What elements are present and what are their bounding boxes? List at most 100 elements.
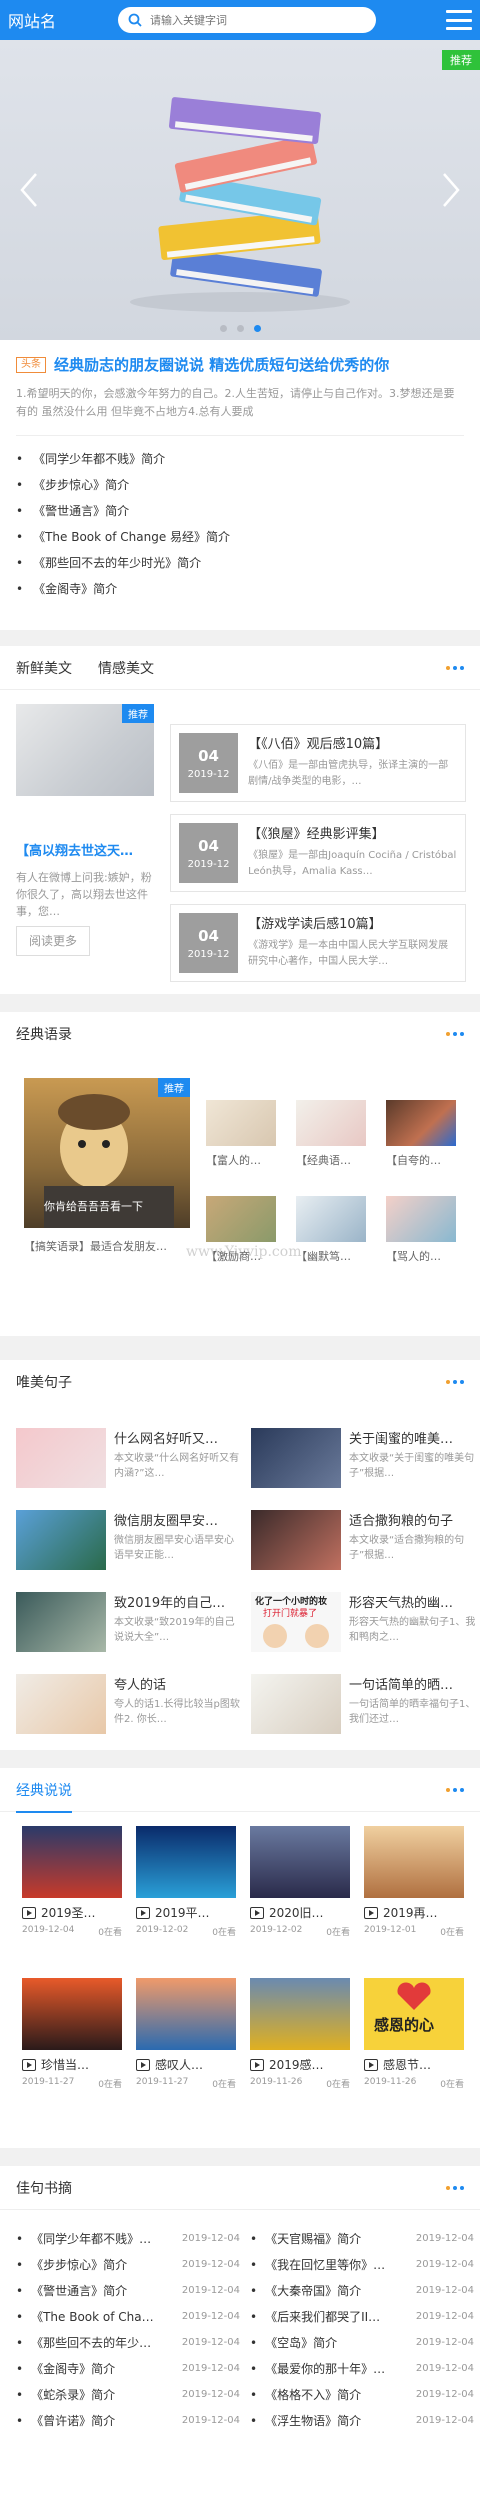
saying-title[interactable]: 2019圣… xyxy=(41,1904,119,1921)
list-item[interactable]: 《步步惊心》简介 xyxy=(16,472,464,498)
menu-icon[interactable] xyxy=(446,10,472,30)
sentence-title[interactable]: 适合撒狗粮的句子 xyxy=(349,1510,476,1529)
list-item[interactable]: 《警世通言》简介 xyxy=(16,498,464,524)
book-name[interactable]: 《天官赐福》简介 xyxy=(250,2226,400,2252)
saying-item[interactable]: 2019平… 2019-12-02 0在看 xyxy=(136,1826,236,1938)
saying-title[interactable]: 2019平… xyxy=(155,1904,233,1921)
sentence-item[interactable]: 夸人的话 夸人的话1.长得比较当p图软件2. 你长… xyxy=(16,1674,241,1734)
book-name[interactable]: 《空岛》简介 xyxy=(250,2330,400,2356)
quote-title[interactable]: 【富人的… xyxy=(206,1152,276,1168)
book-item[interactable]: 《警世通言》简介 2019-12-04 xyxy=(16,2278,240,2304)
next-arrow-icon[interactable] xyxy=(436,170,464,210)
quote-item[interactable]: 【经典语… xyxy=(296,1100,366,1168)
sentence-item[interactable]: 适合撒狗粮的句子 本文收录“适合撒狗粮的句子”根据… xyxy=(251,1510,476,1570)
more-icon[interactable] xyxy=(446,1787,464,1792)
list-item[interactable]: 《那些回不去的年少时光》简介 xyxy=(16,550,464,576)
book-name[interactable]: 《警世通言》简介 xyxy=(16,2278,166,2304)
book-item[interactable]: 《浮生物语》简介 2019-12-04 xyxy=(250,2408,474,2434)
book-name[interactable]: 《那些回不去的年少… xyxy=(16,2330,166,2356)
search-input[interactable] xyxy=(150,13,350,27)
sentence-title[interactable]: 微信朋友圈早安… xyxy=(114,1510,241,1529)
saying-item[interactable]: 珍惜当… 2019-11-27 0在看 xyxy=(22,1978,122,2090)
sentence-title[interactable]: 形容天气热的幽… xyxy=(349,1592,476,1611)
sentence-item[interactable]: 致2019年的自己… 本文收录“致2019年的自己说说大全”… xyxy=(16,1592,241,1652)
more-icon[interactable] xyxy=(446,2185,464,2190)
carousel-dot[interactable] xyxy=(236,325,244,332)
article-title[interactable]: 【《八佰》观后感10篇】 xyxy=(248,733,457,752)
quote-item[interactable]: 【幽默笃… xyxy=(296,1196,366,1264)
quote-item[interactable]: 【自夸的… xyxy=(386,1100,456,1168)
book-item[interactable]: 《天官赐福》简介 2019-12-04 xyxy=(250,2226,474,2252)
article-item[interactable]: 04 2019-12 【《狼屋》经典影评集】 《狼屋》是一部由Joaquín Coc… xyxy=(170,814,466,892)
quote-title[interactable]: 【骂人的… xyxy=(386,1248,456,1264)
book-name[interactable]: 《同学少年都不贱》… xyxy=(16,2226,166,2252)
banner-carousel[interactable]: 推荐 xyxy=(0,40,480,340)
list-item[interactable]: 《金阁寺》简介 xyxy=(16,576,464,602)
saying-item[interactable]: 2020旧… 2019-12-02 0在看 xyxy=(250,1826,350,1938)
book-item[interactable]: 《空岛》简介 2019-12-04 xyxy=(250,2330,474,2356)
saying-title[interactable]: 感恩节… xyxy=(383,2056,461,2073)
list-item[interactable]: 《The Book of Change 易经》简介 xyxy=(16,524,464,550)
saying-item[interactable]: 2019感… 2019-11-26 0在看 xyxy=(250,1978,350,2090)
saying-item[interactable]: 感恩的心 感恩节… 2019-11-26 0在看 xyxy=(364,1978,464,2090)
article-item[interactable]: 04 2019-12 【游戏学读后感10篇】 《游戏学》是一本由中国人民大学互联网发… xyxy=(170,904,466,982)
carousel-dot-active[interactable] xyxy=(253,325,261,332)
article-title[interactable]: 【游戏学读后感10篇】 xyxy=(248,913,457,932)
book-item[interactable]: 《大秦帝国》简介 2019-12-04 xyxy=(250,2278,474,2304)
saying-item[interactable]: 2019再… 2019-12-01 0在看 xyxy=(364,1826,464,1938)
quote-item[interactable]: 【骂人的… xyxy=(386,1196,456,1264)
headline-title[interactable]: 经典励志的朋友圈说说 精选优质短句送给优秀的你 xyxy=(54,354,389,375)
search-box[interactable] xyxy=(118,7,376,33)
book-name[interactable]: 《我在回忆里等你》… xyxy=(250,2252,400,2278)
book-name[interactable]: 《浮生物语》简介 xyxy=(250,2408,400,2434)
sentence-title[interactable]: 致2019年的自己… xyxy=(114,1592,241,1611)
quote-title[interactable]: 【幽默笃… xyxy=(296,1248,366,1264)
book-item[interactable]: 《同学少年都不贱》… 2019-12-04 xyxy=(16,2226,240,2252)
book-name[interactable]: 《格格不入》简介 xyxy=(250,2382,400,2408)
book-name[interactable]: 《The Book of Cha… xyxy=(16,2304,166,2330)
saying-title[interactable]: 2020旧… xyxy=(269,1904,347,1921)
more-icon[interactable] xyxy=(446,1032,464,1036)
book-item[interactable]: 《金阁寺》简介 2019-12-04 xyxy=(16,2356,240,2382)
book-item[interactable]: 《后来我们都哭了II… 2019-12-04 xyxy=(250,2304,474,2330)
book-name[interactable]: 《大秦帝国》简介 xyxy=(250,2278,400,2304)
book-item[interactable]: 《格格不入》简介 2019-12-04 xyxy=(250,2382,474,2408)
carousel-dot[interactable] xyxy=(219,325,227,332)
article-title[interactable]: 【《狼屋》经典影评集】 xyxy=(248,823,457,842)
saying-item[interactable]: 2019圣… 2019-12-04 0在看 xyxy=(22,1826,122,1938)
book-item[interactable]: 《那些回不去的年少… 2019-12-04 xyxy=(16,2330,240,2356)
book-name[interactable]: 《蛇杀录》简介 xyxy=(16,2382,166,2408)
book-item[interactable]: 《蛇杀录》简介 2019-12-04 xyxy=(16,2382,240,2408)
tab-fresh-articles[interactable]: 新鲜美文 xyxy=(16,658,72,690)
book-item[interactable]: 《我在回忆里等你》… 2019-12-04 xyxy=(250,2252,474,2278)
quote-item[interactable]: 【富人的… xyxy=(206,1100,276,1168)
more-icon[interactable] xyxy=(446,665,464,670)
featured-quote-caption[interactable]: 【搞笑语录】最适合发朋友… xyxy=(24,1238,192,1254)
featured-article[interactable]: 推荐 【高以翔去世这天… 有人在微博上问我:嫉妒，粉你很久了，高以翔去世这件事，… xyxy=(16,704,154,956)
article-item[interactable]: 04 2019-12 【《八佰》观后感10篇】 《八佰》是一部由管虎执导，张译主演的… xyxy=(170,724,466,802)
saying-title[interactable]: 2019感… xyxy=(269,2056,347,2073)
book-name[interactable]: 《步步惊心》简介 xyxy=(16,2252,166,2278)
book-name[interactable]: 《曾许诺》简介 xyxy=(16,2408,166,2434)
sentence-item[interactable]: 一句话简单的晒… 一句话简单的晒幸福句子1、我们还过… xyxy=(251,1674,476,1734)
quote-title[interactable]: 【经典语… xyxy=(296,1152,366,1168)
more-icon[interactable] xyxy=(446,1380,464,1384)
featured-article-title[interactable]: 【高以翔去世这天… xyxy=(16,840,154,859)
sentence-item[interactable]: 什么网名好听又… 本文收录“什么网名好听又有内涵?”这… xyxy=(16,1428,241,1488)
tab-emotion-articles[interactable]: 情感美文 xyxy=(98,658,154,690)
saying-title[interactable]: 2019再… xyxy=(383,1904,461,1921)
book-item[interactable]: 《曾许诺》简介 2019-12-04 xyxy=(16,2408,240,2434)
book-item[interactable]: 《步步惊心》简介 2019-12-04 xyxy=(16,2252,240,2278)
sentence-title[interactable]: 夸人的话 xyxy=(114,1674,241,1693)
quote-title[interactable]: 【自夸的… xyxy=(386,1152,456,1168)
book-name[interactable]: 《金阁寺》简介 xyxy=(16,2356,166,2382)
prev-arrow-icon[interactable] xyxy=(16,170,44,210)
sentence-title[interactable]: 什么网名好听又… xyxy=(114,1428,241,1447)
sentence-item[interactable]: 化了一个小时的妆 打开门就暴了 形容天气热的幽… 形容天气热的幽默句子1、我和鸭肉之… xyxy=(251,1592,476,1652)
sentence-title[interactable]: 关于闺蜜的唯美… xyxy=(349,1428,476,1447)
saying-title[interactable]: 珍惜当… xyxy=(41,2056,119,2073)
sentence-title[interactable]: 一句话简单的晒… xyxy=(349,1674,476,1693)
book-item[interactable]: 《最爱你的那十年》… 2019-12-04 xyxy=(250,2356,474,2382)
site-logo[interactable]: 网站名 xyxy=(8,8,104,32)
list-item[interactable]: 《同学少年都不贱》简介 xyxy=(16,446,464,472)
